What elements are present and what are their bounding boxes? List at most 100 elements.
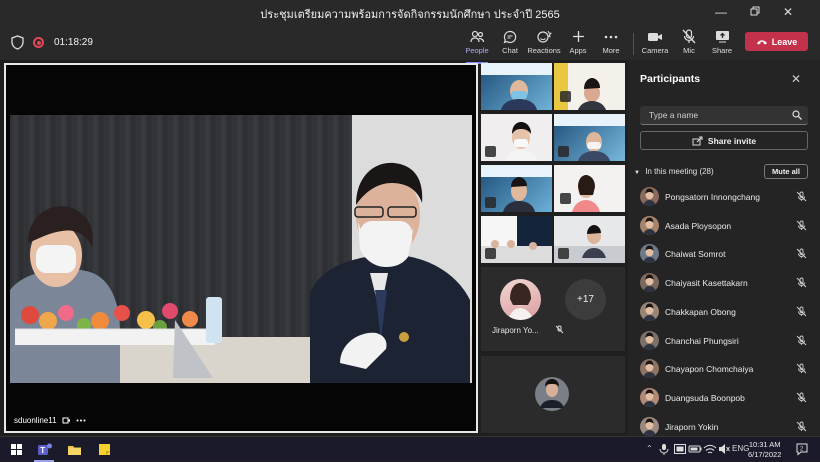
avatar [640,387,659,407]
participant-name: Chakkapan Obong [665,306,736,317]
participant-tile[interactable] [481,216,552,263]
main-video[interactable]: sduonline11 [4,63,478,433]
mic-off-icon [796,220,807,231]
participant-video [481,63,552,110]
svg-text:T: T [40,446,45,455]
participant-name: Chanchai Phungsiri [665,335,739,346]
participant-name: Chayapon Chomchaiya [665,364,754,375]
restore-icon [750,6,760,16]
participant-row[interactable]: Pongsatorn Innongchang [640,187,810,207]
mute-all-button[interactable]: Mute all [764,164,808,179]
meeting-toolbar: 01:18:29 People Chat Reactions Apps More… [0,24,820,64]
participant-name: Chaiyasit Kasettakarn [665,278,748,289]
participant-video [572,175,600,212]
notifications-icon[interactable]: 2 [795,442,809,456]
avatar [640,244,659,264]
wifi-icon[interactable] [703,442,717,456]
participant-row[interactable]: Jiraporn Yokin [640,416,810,437]
restore-button[interactable] [740,0,770,23]
teams-icon[interactable]: T [36,441,53,458]
participant-cell[interactable] [481,356,625,433]
mic-off-badge [485,146,496,157]
mic-off-icon [796,306,807,317]
mic-off-badge [558,248,569,259]
participant-tile[interactable] [554,216,625,263]
in-meeting-header[interactable]: ▼ In this meeting (28) [634,167,714,176]
mic-off-badge [560,193,571,204]
participant-name: Asada Ploysopon [665,220,732,231]
pin-icon[interactable] [62,416,71,425]
video-scene-illustration [10,162,472,383]
mic-off-badge [560,91,571,102]
camera-tray-icon[interactable] [673,442,687,456]
video-frame [10,115,472,383]
search-input[interactable] [647,109,787,121]
reactions-button[interactable]: Reactions [525,28,563,60]
share-invite-label: Share invite [707,135,757,146]
share-screen-icon [715,31,729,43]
mic-icon[interactable] [657,442,671,456]
language-indicator[interactable]: ENG [732,444,749,453]
close-window-button[interactable]: ✕ [773,0,803,24]
close-panel-icon[interactable]: ✕ [791,72,801,86]
search-box[interactable] [640,106,808,125]
participant-tile[interactable] [554,114,625,161]
participant-row[interactable]: Chayapon Chomchaiya [640,359,810,379]
avatar [640,187,659,206]
reactions-icon [536,30,552,43]
more-button[interactable]: More [592,28,630,60]
mic-off-icon [682,29,696,44]
participant-row[interactable]: Chaiwat Somrot [640,244,810,264]
participant-row[interactable]: Chanchai Phungsiri [640,330,810,351]
avatar[interactable] [500,279,541,320]
mic-off-icon [796,191,807,202]
recording-icon [33,37,44,48]
windows-start-icon[interactable] [8,441,25,458]
leave-label: Leave [771,36,798,47]
share-invite-icon [692,136,703,145]
more-options-icon[interactable] [76,419,86,422]
ellipsis-icon [604,35,618,38]
avatar [640,301,659,321]
chevron-down-icon: ▼ [634,170,640,176]
participant-avatar [535,377,569,411]
participant-tile[interactable] [481,63,552,110]
chat-button[interactable]: Chat [491,28,529,60]
battery-icon[interactable] [688,442,702,456]
sticky-notes-icon[interactable] [96,441,113,458]
camera-icon [648,32,662,41]
mic-off-badge [558,146,569,157]
file-explorer-icon[interactable] [66,441,83,458]
participant-name: Duangsuda Boonpob [665,392,745,403]
camera-button[interactable]: Camera [636,28,674,60]
participant-row[interactable]: Chaiyasit Kasettakarn [640,273,810,293]
leave-button[interactable]: Leave [745,32,808,51]
toolbar-divider [633,33,634,55]
participant-row[interactable]: Asada Ploysopon [640,215,810,236]
participant-tile[interactable] [554,63,625,110]
mic-off-badge [485,197,496,208]
participant-name: sduonline11 [14,416,57,425]
mic-off-icon [796,335,807,345]
mic-off-icon [796,363,807,374]
clock[interactable]: 10:31 AM 6/17/2022 [748,440,781,460]
overflow-participants-button[interactable]: +17 [565,279,606,320]
participant-tile[interactable] [554,165,625,212]
minimize-button[interactable]: — [706,0,736,24]
chevron-up-icon[interactable]: ⌃ [646,444,653,453]
participant-tile[interactable] [481,165,552,212]
participant-row[interactable]: Chakkapan Obong [640,301,810,322]
avatar [640,215,659,235]
participant-tile[interactable] [481,114,552,161]
mic-off-icon [796,392,807,403]
participant-video [554,63,606,110]
participant-row[interactable]: Duangsuda Boonpob [640,387,810,408]
people-icon [469,30,484,42]
volume-muted-icon[interactable] [717,442,731,456]
clock-time: 10:31 AM [748,440,781,449]
taskbar: T ⌃ ENG 10:31 AM 6/17/2022 2 [0,436,820,462]
share-button[interactable]: Share [703,28,741,60]
participant-name: Jiraporn Yokin [665,421,719,432]
chat-icon [503,30,517,44]
share-invite-button[interactable]: Share invite [640,131,808,150]
